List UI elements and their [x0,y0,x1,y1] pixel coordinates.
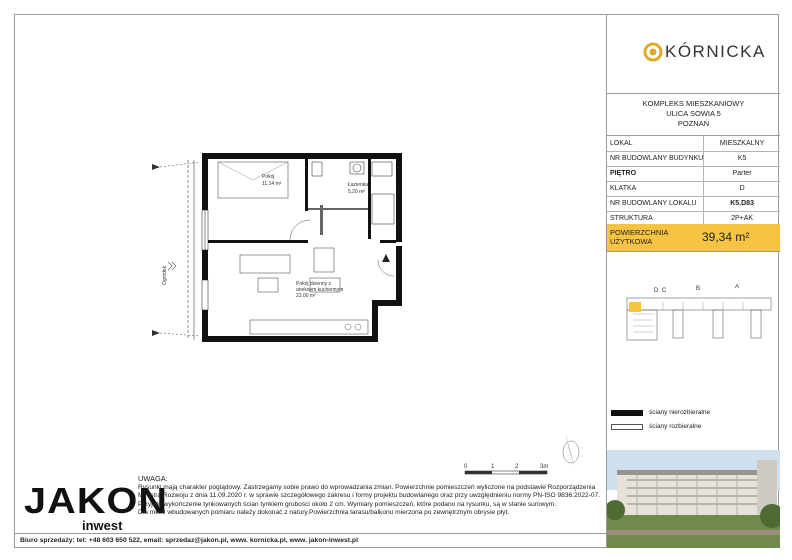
brand-name: KÓRNICKA [665,42,766,61]
room3-area: 23,00 m² [296,293,316,299]
usable-area-box: POWIERZCHNIA UŻYTKOWA 39,34 m² [607,224,780,252]
usable-area-label-line2: UŻYTKOWA [610,237,653,246]
key-plan: D C B A [626,284,772,341]
scale-bar: 0 1 2 3m [464,464,548,475]
notes-line: Przyjęto wykończenie tynkowanych ścian t… [138,500,557,508]
info-value: D [703,181,780,197]
legend-text-structural: ściany nierozbieralne [649,409,711,416]
building-render-image [607,450,780,548]
complex-address: KOMPLEKS MIESZKANIOWY ULICA SOWIA 5 POZN… [607,94,780,136]
brand-logo: KÓRNICKA [607,14,780,94]
notes-line: Rysunki mają charakter poglądowy. Zastrz… [138,483,596,491]
info-value: K5 [703,151,780,167]
info-row: LOKAL MIESZKALNY [607,136,780,152]
sales-contact: Biuro sprzedaży: tel: +48 603 650 522, e… [14,533,606,548]
info-panel: KÓRNICKA KOMPLEKS MIESZKANIOWY ULICA SOW… [606,14,780,548]
info-label: NR BUDOWLANY LOKALU [607,196,704,212]
legend-swatch-partition [611,424,643,430]
info-row: NR BUDOWLANY LOKALU K5.D83 [607,196,780,212]
usable-area-value: 39,34 m² [702,230,750,244]
complex-line2: ULICA SOWIA 5 [666,109,721,118]
complex-line3: POZNAŃ [677,119,710,128]
info-row: PIĘTRO Parter [607,166,780,182]
info-label: LOKAL [607,136,704,152]
info-value: Parter [703,166,780,182]
keyplan-label-d: D [654,288,659,294]
legend-text-partition: ściany rozbieralne [649,423,702,430]
compass-icon [562,432,580,468]
scale-label-1: 1 [491,464,495,470]
room2-label: Łazienka [348,182,368,188]
info-label: NR BUDOWLANY BUDYNKU [607,151,704,167]
scale-label-0: 0 [464,464,468,470]
info-label: KLATKA [607,181,704,197]
info-row: KLATKA D [607,181,780,197]
keyplan-label-c: C [662,288,667,294]
contact-text: tel: +48 603 650 522, email: sprzedaz@ja… [76,537,358,544]
logo-mark-icon [643,42,663,62]
developer-logo: JAKON inwest [20,480,167,540]
info-row: NR BUDOWLANY BUDYNKU K5 [607,151,780,167]
notes-title: UWAGA: [138,474,168,483]
scale-label-3: 3m [540,464,548,470]
disclaimer-notes: UWAGA: Rysunki mają charakter poglądowy.… [138,474,601,518]
notes-line: Dla mebli wbudowanych pomiaru należy dok… [138,509,510,517]
unit-info-table: LOKAL MIESZKALNY NR BUDOWLANY BUDYNKU K5 P… [607,136,780,227]
info-value: K5.D83 [703,196,780,212]
keyplan-label-a: A [735,284,739,290]
usable-area-label: POWIERZCHNIA UŻYTKOWA [610,228,690,246]
info-label: PIĘTRO [607,166,704,182]
scale-label-2: 2 [515,464,519,470]
room1-area: 11,14 m² [262,181,282,187]
room1-label: Pokój [262,174,275,180]
usable-area-label-line1: POWIERZCHNIA [610,228,669,237]
developer-sub: inwest [82,518,123,533]
legend-swatch-structural [611,410,643,416]
room2-area: 5,20 m² [348,189,365,195]
keyplan-label-b: B [696,286,700,292]
garden-label: Ogródek [162,265,168,285]
info-value: MIESZKALNY [703,136,780,152]
contact-label: Biuro sprzedaży: [20,537,75,544]
complex-line1: KOMPLEKS MIESZKANIOWY [642,99,745,108]
notes-line: Ministra Rozwoju z dnia 11.09.2020 r. w … [138,492,601,500]
floor-plan: Pokój 11,14 m² Łazienka 5,20 m² Pokój dz… [152,153,402,342]
